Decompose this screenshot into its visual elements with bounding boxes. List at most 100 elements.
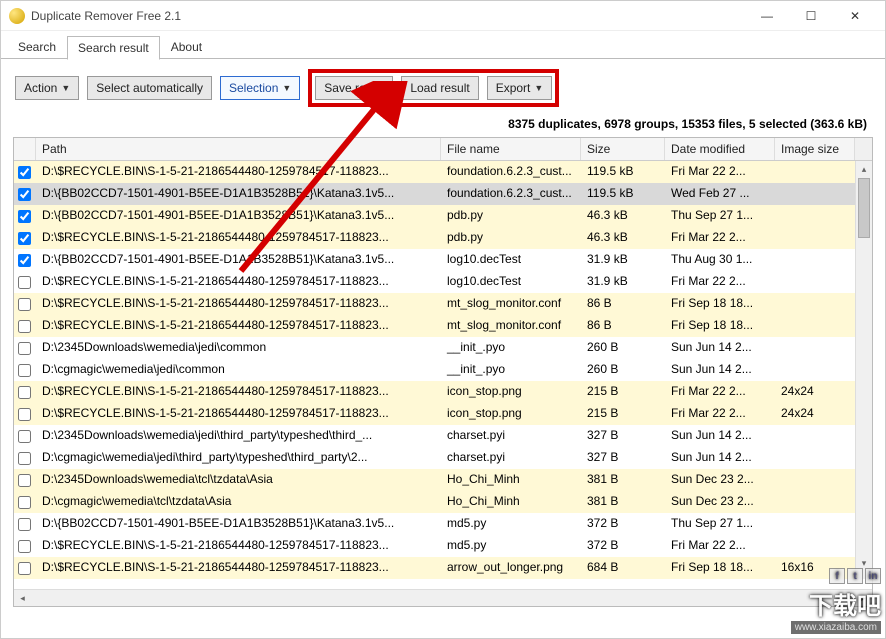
table-row[interactable]: D:\{BB02CCD7-1501-4901-B5EE-D1A1B3528B51…: [14, 205, 872, 227]
cell-date: Thu Aug 30 1...: [665, 249, 775, 271]
save-result-button[interactable]: Save result: [315, 76, 393, 100]
row-checkbox[interactable]: [14, 535, 36, 557]
checkbox[interactable]: [18, 540, 31, 553]
table-row[interactable]: D:\cgmagic\wemedia\jedi\third_party\type…: [14, 447, 872, 469]
scroll-thumb[interactable]: [858, 178, 870, 238]
column-size[interactable]: Size: [581, 138, 665, 160]
row-checkbox[interactable]: [14, 249, 36, 271]
column-file-name[interactable]: File name: [441, 138, 581, 160]
checkbox[interactable]: [18, 408, 31, 421]
checkbox[interactable]: [18, 562, 31, 575]
scroll-left-icon[interactable]: ◂: [14, 590, 31, 606]
table-row[interactable]: D:\2345Downloads\wemedia\jedi\third_part…: [14, 425, 872, 447]
table-row[interactable]: D:\$RECYCLE.BIN\S-1-5-21-2186544480-1259…: [14, 271, 872, 293]
cell-date: Fri Mar 22 2...: [665, 227, 775, 249]
row-checkbox[interactable]: [14, 425, 36, 447]
row-checkbox[interactable]: [14, 161, 36, 183]
table-row[interactable]: D:\$RECYCLE.BIN\S-1-5-21-2186544480-1259…: [14, 227, 872, 249]
row-checkbox[interactable]: [14, 469, 36, 491]
cell-path: D:\2345Downloads\wemedia\jedi\common: [36, 337, 441, 359]
table-row[interactable]: D:\2345Downloads\wemedia\tcl\tzdata\Asia…: [14, 469, 872, 491]
checkbox[interactable]: [18, 166, 31, 179]
chevron-down-icon: ▼: [534, 83, 543, 93]
checkbox[interactable]: [18, 210, 31, 223]
row-checkbox[interactable]: [14, 183, 36, 205]
tab-search-result[interactable]: Search result: [67, 36, 160, 60]
column-checkbox[interactable]: [14, 138, 36, 160]
table-row[interactable]: D:\cgmagic\wemedia\tcl\tzdata\AsiaHo_Chi…: [14, 491, 872, 513]
export-button[interactable]: Export ▼: [487, 76, 553, 100]
table-row[interactable]: D:\$RECYCLE.BIN\S-1-5-21-2186544480-1259…: [14, 161, 872, 183]
checkbox[interactable]: [18, 254, 31, 267]
row-checkbox[interactable]: [14, 293, 36, 315]
cell-size: 327 B: [581, 425, 665, 447]
vertical-scrollbar[interactable]: ▴ ▾: [855, 161, 872, 572]
checkbox[interactable]: [18, 342, 31, 355]
checkbox[interactable]: [18, 298, 31, 311]
scroll-track[interactable]: [31, 590, 855, 606]
table-row[interactable]: D:\{BB02CCD7-1501-4901-B5EE-D1A1B3528B51…: [14, 183, 872, 205]
checkbox[interactable]: [18, 188, 31, 201]
cell-date: Thu Sep 27 1...: [665, 513, 775, 535]
cell-image-size: [775, 315, 855, 337]
selection-button[interactable]: Selection ▼: [220, 76, 300, 100]
checkbox[interactable]: [18, 364, 31, 377]
select-auto-label: Select automatically: [96, 81, 203, 95]
row-checkbox[interactable]: [14, 315, 36, 337]
table-row[interactable]: D:\{BB02CCD7-1501-4901-B5EE-D1A1B3528B51…: [14, 249, 872, 271]
table-row[interactable]: D:\{BB02CCD7-1501-4901-B5EE-D1A1B3528B51…: [14, 513, 872, 535]
select-automatically-button[interactable]: Select automatically: [87, 76, 212, 100]
column-path[interactable]: Path: [36, 138, 441, 160]
row-checkbox[interactable]: [14, 403, 36, 425]
checkbox[interactable]: [18, 496, 31, 509]
table-row[interactable]: D:\$RECYCLE.BIN\S-1-5-21-2186544480-1259…: [14, 315, 872, 337]
column-date-modified[interactable]: Date modified: [665, 138, 775, 160]
row-checkbox[interactable]: [14, 513, 36, 535]
row-checkbox[interactable]: [14, 227, 36, 249]
column-image-size[interactable]: Image size: [775, 138, 855, 160]
cell-date: Fri Mar 22 2...: [665, 161, 775, 183]
row-checkbox[interactable]: [14, 491, 36, 513]
maximize-button[interactable]: ☐: [789, 2, 833, 30]
tab-about[interactable]: About: [160, 35, 213, 59]
checkbox[interactable]: [18, 320, 31, 333]
row-checkbox[interactable]: [14, 271, 36, 293]
table-row[interactable]: D:\$RECYCLE.BIN\S-1-5-21-2186544480-1259…: [14, 557, 872, 579]
checkbox[interactable]: [18, 430, 31, 443]
row-checkbox[interactable]: [14, 557, 36, 579]
table-row[interactable]: D:\$RECYCLE.BIN\S-1-5-21-2186544480-1259…: [14, 403, 872, 425]
table-row[interactable]: D:\$RECYCLE.BIN\S-1-5-21-2186544480-1259…: [14, 381, 872, 403]
tabstrip: Search Search result About: [1, 31, 885, 59]
cell-image-size: [775, 249, 855, 271]
checkbox[interactable]: [18, 474, 31, 487]
row-checkbox[interactable]: [14, 205, 36, 227]
row-checkbox[interactable]: [14, 447, 36, 469]
selection-label: Selection: [229, 81, 278, 95]
cell-size: 215 B: [581, 381, 665, 403]
load-result-button[interactable]: Load result: [401, 76, 478, 100]
checkbox[interactable]: [18, 232, 31, 245]
checkbox[interactable]: [18, 276, 31, 289]
cell-image-size: [775, 161, 855, 183]
checkbox[interactable]: [18, 452, 31, 465]
checkbox[interactable]: [18, 386, 31, 399]
minimize-button[interactable]: —: [745, 2, 789, 30]
tab-search[interactable]: Search: [7, 35, 67, 59]
row-checkbox[interactable]: [14, 337, 36, 359]
table-row[interactable]: D:\$RECYCLE.BIN\S-1-5-21-2186544480-1259…: [14, 535, 872, 557]
cell-path: D:\$RECYCLE.BIN\S-1-5-21-2186544480-1259…: [36, 403, 441, 425]
grid-body[interactable]: D:\$RECYCLE.BIN\S-1-5-21-2186544480-1259…: [14, 161, 872, 589]
table-row[interactable]: D:\2345Downloads\wemedia\jedi\common__in…: [14, 337, 872, 359]
row-checkbox[interactable]: [14, 381, 36, 403]
cell-image-size: [775, 359, 855, 381]
scroll-corner: [855, 138, 872, 160]
action-button[interactable]: Action ▼: [15, 76, 79, 100]
checkbox[interactable]: [18, 518, 31, 531]
row-checkbox[interactable]: [14, 359, 36, 381]
scroll-up-icon[interactable]: ▴: [856, 161, 872, 178]
cell-image-size: [775, 183, 855, 205]
close-button[interactable]: ✕: [833, 2, 877, 30]
horizontal-scrollbar[interactable]: ◂ ▸: [14, 589, 872, 606]
table-row[interactable]: D:\$RECYCLE.BIN\S-1-5-21-2186544480-1259…: [14, 293, 872, 315]
table-row[interactable]: D:\cgmagic\wemedia\jedi\common__init_.py…: [14, 359, 872, 381]
